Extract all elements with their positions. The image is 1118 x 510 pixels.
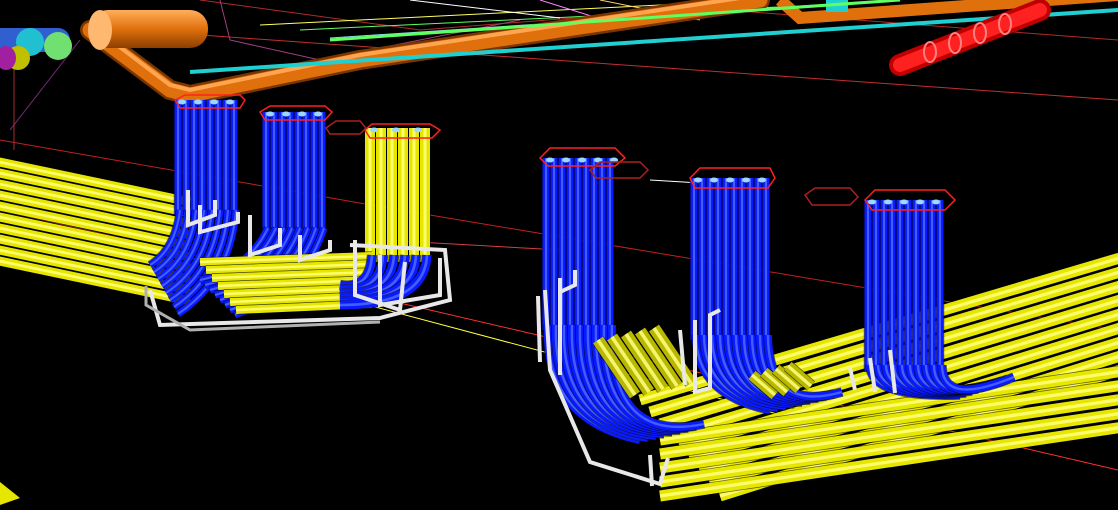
cable-end <box>282 111 290 117</box>
cable-end <box>758 177 766 183</box>
cable-end <box>392 127 400 133</box>
cable-end <box>900 199 908 205</box>
cable-end <box>710 177 718 183</box>
cable-end <box>932 199 940 205</box>
cable-end <box>726 177 734 183</box>
cable-end <box>868 199 876 205</box>
cable-end <box>884 199 892 205</box>
riser-group-3 <box>364 127 431 262</box>
cable-end <box>916 199 924 205</box>
cable-end <box>414 127 422 133</box>
cable-end <box>210 99 218 105</box>
cable-end <box>178 99 186 105</box>
cable-end <box>562 157 570 163</box>
riser-group-6 <box>863 199 945 372</box>
cable-end <box>742 177 750 183</box>
riser-group-2 <box>261 111 327 232</box>
cable-end <box>314 111 322 117</box>
cable-end <box>578 157 586 163</box>
cable-end <box>266 111 274 117</box>
riser-group-5 <box>689 177 771 340</box>
cable-end <box>370 127 378 133</box>
cable-tray-3d-viewport[interactable] <box>0 0 1118 510</box>
cable-end <box>194 99 202 105</box>
riser-group-4 <box>541 157 618 330</box>
cable-end <box>694 177 702 183</box>
cable-end <box>298 111 306 117</box>
cable-end <box>546 157 554 163</box>
cable-end <box>226 99 234 105</box>
